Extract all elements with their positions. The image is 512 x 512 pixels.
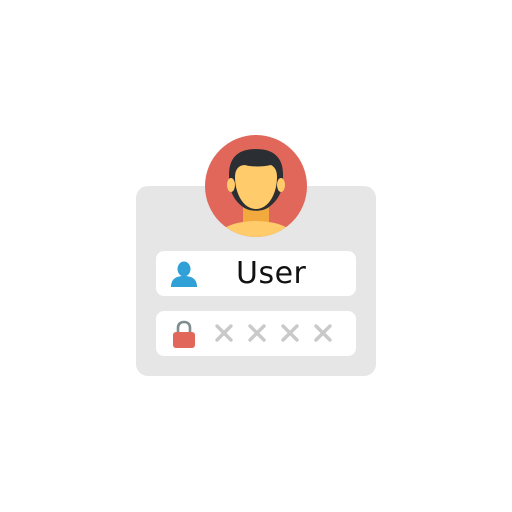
username-value: User [236, 256, 307, 291]
username-field[interactable]: User [156, 251, 356, 296]
mask-glyph-4 [314, 324, 332, 342]
user-icon [171, 261, 197, 287]
password-field[interactable] [156, 311, 356, 356]
lock-icon [173, 320, 195, 348]
mask-glyph-2 [248, 324, 266, 342]
login-illustration: User [0, 0, 512, 512]
password-mask [214, 322, 333, 344]
user-avatar-icon [205, 135, 307, 237]
mask-glyph-3 [281, 324, 299, 342]
mask-glyph-1 [215, 324, 233, 342]
